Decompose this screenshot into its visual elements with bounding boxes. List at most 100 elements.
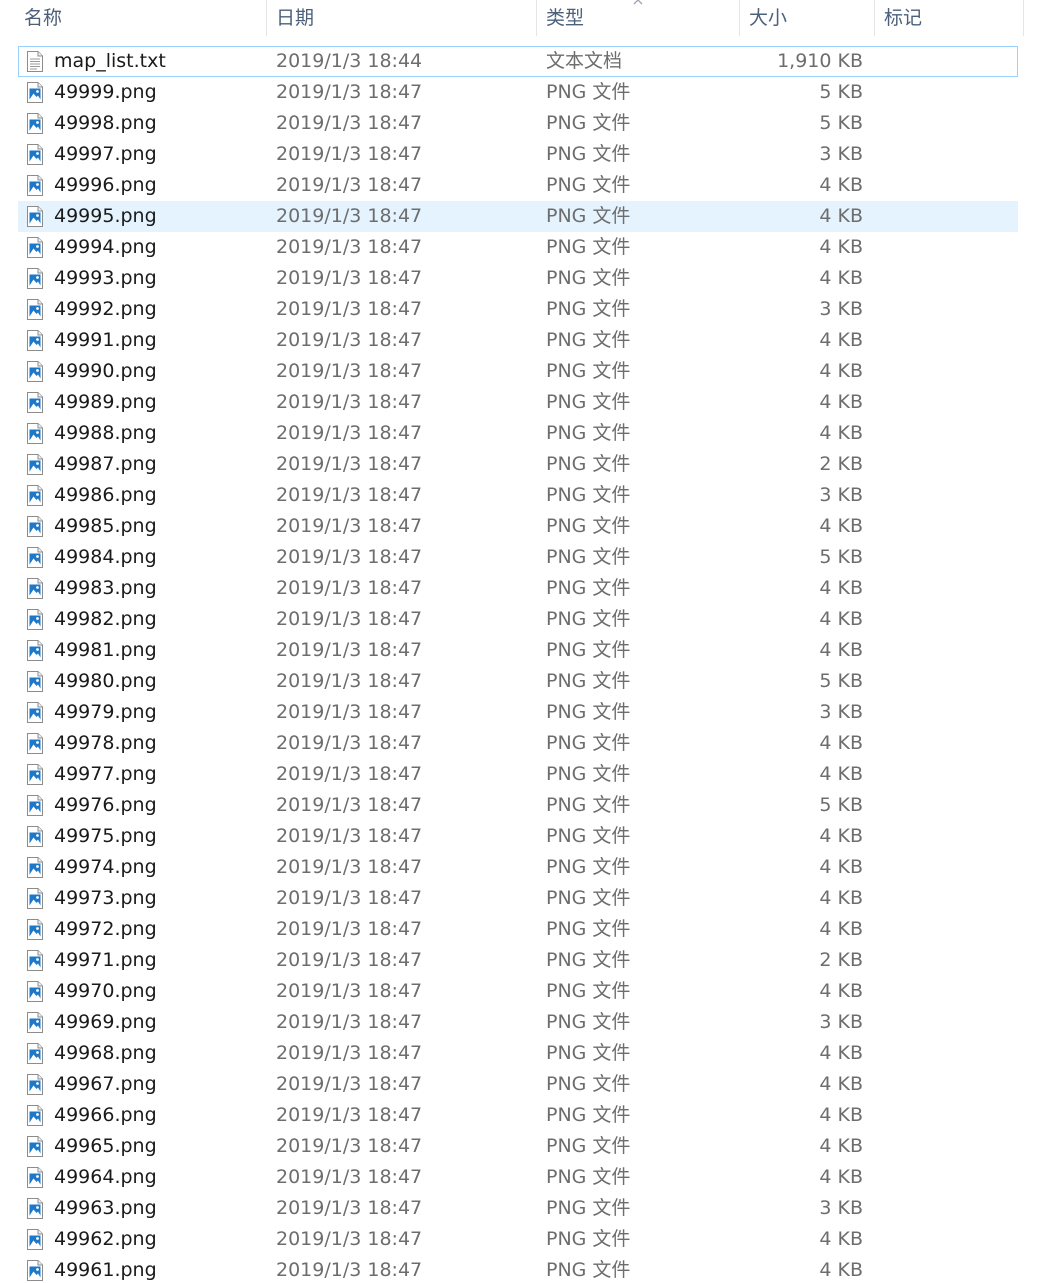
file-name: 49988.png — [54, 422, 157, 444]
file-row[interactable]: 49981.png 2019/1/3 18:47 PNG 文件 4 KB — [0, 635, 1038, 666]
file-row[interactable]: 49967.png 2019/1/3 18:47 PNG 文件 4 KB — [0, 1069, 1038, 1100]
file-date: 2019/1/3 18:47 — [276, 267, 423, 289]
row-highlight — [18, 201, 1018, 232]
file-name: 49984.png — [54, 546, 157, 568]
image-file-icon — [27, 702, 43, 723]
file-name: 49968.png — [54, 1042, 157, 1064]
file-row[interactable]: 49964.png 2019/1/3 18:47 PNG 文件 4 KB — [0, 1162, 1038, 1193]
row-highlight — [18, 325, 1018, 356]
file-size: 4 KB — [819, 918, 863, 940]
file-row[interactable]: 49966.png 2019/1/3 18:47 PNG 文件 4 KB — [0, 1100, 1038, 1131]
file-row[interactable]: 49994.png 2019/1/3 18:47 PNG 文件 4 KB — [0, 232, 1038, 263]
file-explorer-details-view: 名称 日期 类型 大小 标记 map_list.txt 2019/1/3 18:… — [0, 0, 1038, 1283]
file-row[interactable]: 49986.png 2019/1/3 18:47 PNG 文件 3 KB — [0, 480, 1038, 511]
row-highlight — [18, 635, 1018, 666]
file-row[interactable]: 49976.png 2019/1/3 18:47 PNG 文件 5 KB — [0, 790, 1038, 821]
file-row[interactable]: 49983.png 2019/1/3 18:47 PNG 文件 4 KB — [0, 573, 1038, 604]
file-row[interactable]: 49972.png 2019/1/3 18:47 PNG 文件 4 KB — [0, 914, 1038, 945]
file-size: 3 KB — [819, 1011, 863, 1033]
file-row[interactable]: 49975.png 2019/1/3 18:47 PNG 文件 4 KB — [0, 821, 1038, 852]
file-type: PNG 文件 — [546, 825, 631, 847]
row-highlight — [18, 418, 1018, 449]
file-row[interactable]: 49970.png 2019/1/3 18:47 PNG 文件 4 KB — [0, 976, 1038, 1007]
chevron-up-icon — [633, 0, 643, 5]
file-name: 49997.png — [54, 143, 157, 165]
column-divider[interactable] — [739, 0, 740, 36]
file-row[interactable]: 49973.png 2019/1/3 18:47 PNG 文件 4 KB — [0, 883, 1038, 914]
file-row[interactable]: 49979.png 2019/1/3 18:47 PNG 文件 3 KB — [0, 697, 1038, 728]
file-date: 2019/1/3 18:47 — [276, 918, 423, 940]
file-name: 49970.png — [54, 980, 157, 1002]
image-file-icon — [27, 485, 43, 506]
row-highlight — [18, 573, 1018, 604]
column-header-tags[interactable]: 标记 — [878, 0, 1023, 36]
file-row[interactable]: 49998.png 2019/1/3 18:47 PNG 文件 5 KB — [0, 108, 1038, 139]
file-type: PNG 文件 — [546, 1042, 631, 1064]
file-row[interactable]: 49985.png 2019/1/3 18:47 PNG 文件 4 KB — [0, 511, 1038, 542]
file-date: 2019/1/3 18:47 — [276, 236, 423, 258]
column-header-name[interactable]: 名称 — [18, 0, 266, 36]
file-type: PNG 文件 — [546, 1197, 631, 1219]
file-row[interactable]: 49968.png 2019/1/3 18:47 PNG 文件 4 KB — [0, 1038, 1038, 1069]
file-row[interactable]: 49990.png 2019/1/3 18:47 PNG 文件 4 KB — [0, 356, 1038, 387]
file-row[interactable]: 49969.png 2019/1/3 18:47 PNG 文件 3 KB — [0, 1007, 1038, 1038]
file-name: 49986.png — [54, 484, 157, 506]
file-size: 4 KB — [819, 732, 863, 754]
column-divider[interactable] — [536, 0, 537, 36]
row-highlight — [18, 356, 1018, 387]
file-row[interactable]: 49963.png 2019/1/3 18:47 PNG 文件 3 KB — [0, 1193, 1038, 1224]
column-divider[interactable] — [1023, 0, 1024, 36]
file-row[interactable]: 49999.png 2019/1/3 18:47 PNG 文件 5 KB — [0, 77, 1038, 108]
column-divider[interactable] — [874, 0, 875, 36]
file-row[interactable]: 49984.png 2019/1/3 18:47 PNG 文件 5 KB — [0, 542, 1038, 573]
file-row[interactable]: 49992.png 2019/1/3 18:47 PNG 文件 3 KB — [0, 294, 1038, 325]
image-file-icon — [27, 764, 43, 785]
file-type: PNG 文件 — [546, 453, 631, 475]
file-row[interactable]: 49989.png 2019/1/3 18:47 PNG 文件 4 KB — [0, 387, 1038, 418]
image-file-icon — [27, 640, 43, 661]
column-header-size[interactable]: 大小 — [743, 0, 874, 36]
file-name: 49978.png — [54, 732, 157, 754]
file-row[interactable]: 49980.png 2019/1/3 18:47 PNG 文件 5 KB — [0, 666, 1038, 697]
file-size: 5 KB — [819, 81, 863, 103]
row-highlight — [18, 604, 1018, 635]
file-size: 3 KB — [819, 1197, 863, 1219]
file-date: 2019/1/3 18:47 — [276, 546, 423, 568]
file-row[interactable]: 49988.png 2019/1/3 18:47 PNG 文件 4 KB — [0, 418, 1038, 449]
file-size: 4 KB — [819, 422, 863, 444]
file-type: PNG 文件 — [546, 298, 631, 320]
row-highlight — [18, 852, 1018, 883]
file-row[interactable]: 49997.png 2019/1/3 18:47 PNG 文件 3 KB — [0, 139, 1038, 170]
file-row[interactable]: 49961.png 2019/1/3 18:47 PNG 文件 4 KB — [0, 1255, 1038, 1283]
file-type: PNG 文件 — [546, 856, 631, 878]
file-size: 4 KB — [819, 1104, 863, 1126]
file-row[interactable]: map_list.txt 2019/1/3 18:44 文本文档 1,910 K… — [0, 46, 1038, 77]
file-row[interactable]: 49962.png 2019/1/3 18:47 PNG 文件 4 KB — [0, 1224, 1038, 1255]
column-header-date[interactable]: 日期 — [270, 0, 536, 36]
file-row[interactable]: 49995.png 2019/1/3 18:47 PNG 文件 4 KB — [0, 201, 1038, 232]
file-row[interactable]: 49987.png 2019/1/3 18:47 PNG 文件 2 KB — [0, 449, 1038, 480]
file-row[interactable]: 49993.png 2019/1/3 18:47 PNG 文件 4 KB — [0, 263, 1038, 294]
file-date: 2019/1/3 18:47 — [276, 887, 423, 909]
file-date: 2019/1/3 18:47 — [276, 794, 423, 816]
file-size: 2 KB — [819, 453, 863, 475]
file-size: 4 KB — [819, 1259, 863, 1281]
file-row[interactable]: 49965.png 2019/1/3 18:47 PNG 文件 4 KB — [0, 1131, 1038, 1162]
file-row[interactable]: 49978.png 2019/1/3 18:47 PNG 文件 4 KB — [0, 728, 1038, 759]
file-row[interactable]: 49991.png 2019/1/3 18:47 PNG 文件 4 KB — [0, 325, 1038, 356]
file-row[interactable]: 49996.png 2019/1/3 18:47 PNG 文件 4 KB — [0, 170, 1038, 201]
file-type: PNG 文件 — [546, 81, 631, 103]
file-date: 2019/1/3 18:47 — [276, 1042, 423, 1064]
file-date: 2019/1/3 18:47 — [276, 856, 423, 878]
file-type: PNG 文件 — [546, 236, 631, 258]
column-divider[interactable] — [266, 0, 267, 36]
file-row[interactable]: 49982.png 2019/1/3 18:47 PNG 文件 4 KB — [0, 604, 1038, 635]
file-size: 4 KB — [819, 856, 863, 878]
file-name: 49979.png — [54, 701, 157, 723]
file-row[interactable]: 49971.png 2019/1/3 18:47 PNG 文件 2 KB — [0, 945, 1038, 976]
file-size: 4 KB — [819, 639, 863, 661]
row-highlight — [18, 1038, 1018, 1069]
file-row[interactable]: 49974.png 2019/1/3 18:47 PNG 文件 4 KB — [0, 852, 1038, 883]
file-row[interactable]: 49977.png 2019/1/3 18:47 PNG 文件 4 KB — [0, 759, 1038, 790]
file-type: PNG 文件 — [546, 1228, 631, 1250]
